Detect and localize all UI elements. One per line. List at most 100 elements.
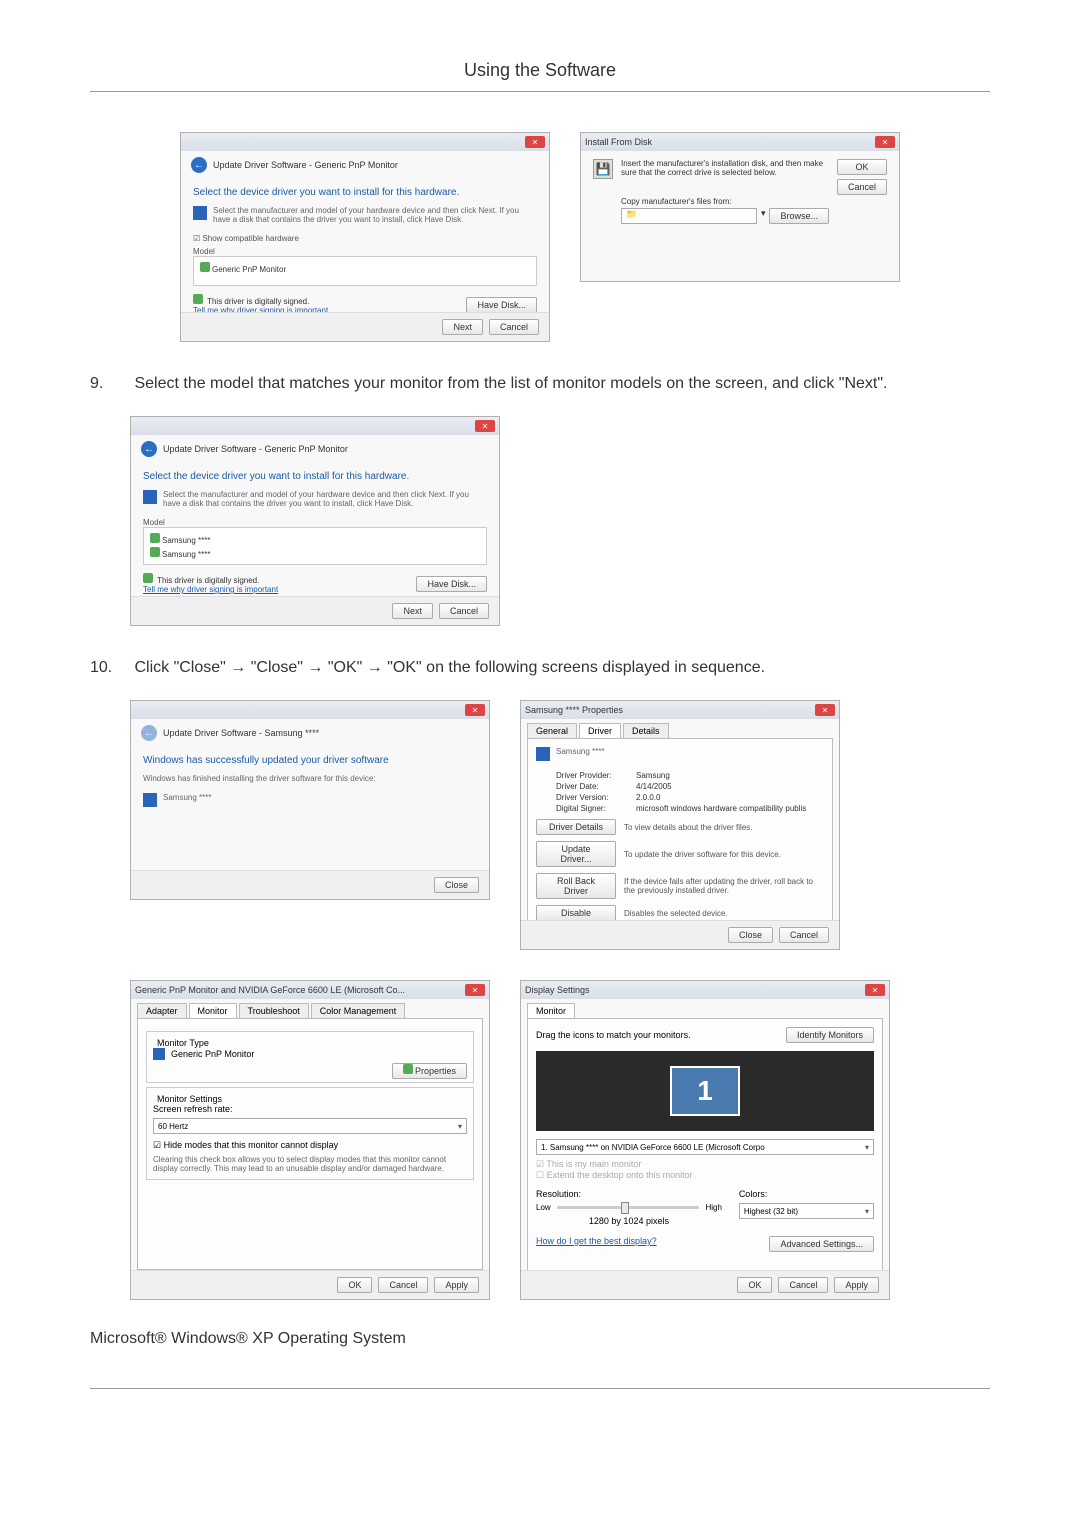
close-button[interactable]: Close: [434, 877, 479, 893]
dialog-desc: Windows has finished installing the driv…: [143, 774, 477, 783]
model-item-1[interactable]: Samsung ****: [162, 536, 210, 545]
colors-dropdown[interactable]: Highest (32 bit) ▾: [739, 1203, 874, 1219]
monitor-icon: [153, 1048, 165, 1060]
properties-button[interactable]: Properties: [392, 1063, 467, 1079]
tab-adapter[interactable]: Adapter: [137, 1003, 187, 1018]
close-icon[interactable]: ✕: [465, 704, 485, 716]
ok-button[interactable]: OK: [737, 1277, 772, 1293]
driver-details-desc: To view details about the driver files.: [624, 823, 824, 832]
monitor-properties-dialog: Generic PnP Monitor and NVIDIA GeForce 6…: [130, 980, 490, 1300]
back-icon[interactable]: ←: [141, 441, 157, 457]
cancel-button[interactable]: Cancel: [378, 1277, 428, 1293]
compat-checkbox-label[interactable]: Show compatible hardware: [202, 234, 299, 243]
close-icon[interactable]: ✕: [815, 704, 835, 716]
tab-color[interactable]: Color Management: [311, 1003, 406, 1018]
next-button[interactable]: Next: [442, 319, 483, 335]
hide-modes-checkbox[interactable]: Hide modes that this monitor cannot disp…: [164, 1140, 339, 1150]
cancel-button[interactable]: Cancel: [439, 603, 489, 619]
cancel-button[interactable]: Cancel: [778, 1277, 828, 1293]
ok-button[interactable]: OK: [337, 1277, 372, 1293]
tab-general[interactable]: General: [527, 723, 577, 738]
tab-troubleshoot[interactable]: Troubleshoot: [239, 1003, 309, 1018]
model-item[interactable]: Generic PnP Monitor: [212, 265, 286, 274]
close-icon[interactable]: ✕: [475, 420, 495, 432]
slider-high: High: [705, 1203, 721, 1212]
apply-button[interactable]: Apply: [834, 1277, 879, 1293]
hide-modes-desc: Clearing this check box allows you to se…: [153, 1155, 467, 1173]
chevron-down-icon: ▾: [458, 1122, 462, 1131]
model-label: Model: [143, 518, 487, 527]
dialog-title: Display Settings: [525, 985, 590, 995]
resolution-slider[interactable]: [557, 1206, 700, 1209]
chevron-down-icon: ▾: [865, 1207, 869, 1216]
refresh-dropdown[interactable]: 60 Hertz ▾: [153, 1118, 467, 1134]
model-list[interactable]: Samsung **** Samsung ****: [143, 527, 487, 565]
back-icon: ←: [141, 725, 157, 741]
display-settings-dialog: Display Settings ✕ Monitor Drag the icon…: [520, 980, 890, 1300]
titlebar: ✕: [181, 133, 549, 151]
model-item-2[interactable]: Samsung ****: [162, 550, 210, 559]
rollback-desc: If the device fails after updating the d…: [624, 877, 824, 895]
footer-os-text: Microsoft® Windows® XP Operating System: [90, 1330, 990, 1348]
tab-monitor[interactable]: Monitor: [527, 1003, 575, 1018]
signed-text: This driver is digitally signed.: [207, 297, 309, 306]
path-input[interactable]: 📁: [621, 208, 757, 224]
update-success-dialog: ✕ ← Update Driver Software - Samsung ***…: [130, 700, 490, 900]
shield-icon: [403, 1064, 413, 1074]
device-icon: [143, 490, 157, 504]
monitor-arrangement[interactable]: 1: [536, 1051, 874, 1131]
ok-button[interactable]: OK: [837, 159, 887, 175]
device-icon: [536, 747, 550, 761]
disable-button[interactable]: Disable: [536, 905, 616, 921]
breadcrumb-text: Update Driver Software - Generic PnP Mon…: [213, 160, 398, 170]
resolution-value: 1280 by 1024 pixels: [536, 1216, 722, 1226]
colors-label: Colors:: [739, 1189, 874, 1199]
have-disk-button[interactable]: Have Disk...: [466, 297, 537, 313]
dialog-title: Samsung **** Properties: [525, 705, 623, 715]
next-button[interactable]: Next: [392, 603, 433, 619]
provider-label: Driver Provider:: [556, 771, 636, 780]
display-select-value: 1. Samsung **** on NVIDIA GeForce 6600 L…: [541, 1143, 765, 1152]
display-select[interactable]: 1. Samsung **** on NVIDIA GeForce 6600 L…: [536, 1139, 874, 1155]
signing-link[interactable]: Tell me why driver signing is important: [143, 585, 278, 594]
step-number: 10.: [90, 656, 130, 680]
identify-button[interactable]: Identify Monitors: [786, 1027, 874, 1043]
titlebar: Samsung **** Properties ✕: [521, 701, 839, 719]
tab-driver[interactable]: Driver: [579, 723, 621, 738]
titlebar: ✕: [131, 417, 499, 435]
cancel-button[interactable]: Cancel: [489, 319, 539, 335]
breadcrumb-text: Update Driver Software - Generic PnP Mon…: [163, 444, 348, 454]
version-label: Driver Version:: [556, 793, 636, 802]
extend-checkbox: Extend the desktop onto this monitor: [547, 1170, 693, 1180]
tab-details[interactable]: Details: [623, 723, 669, 738]
device-properties-dialog: Samsung **** Properties ✕ General Driver…: [520, 700, 840, 950]
monitor-settings-label: Monitor Settings: [153, 1094, 226, 1104]
advanced-button[interactable]: Advanced Settings...: [769, 1236, 874, 1252]
monitor-1-icon[interactable]: 1: [670, 1066, 740, 1116]
close-icon[interactable]: ✕: [465, 984, 485, 996]
dialog-heading: Select the device driver you want to ins…: [193, 187, 537, 198]
cancel-button[interactable]: Cancel: [779, 927, 829, 943]
apply-button[interactable]: Apply: [434, 1277, 479, 1293]
divider: [90, 1388, 990, 1389]
model-list[interactable]: Generic PnP Monitor: [193, 256, 537, 286]
step-number: 9.: [90, 372, 130, 396]
step-9-text: Select the model that matches your monit…: [134, 375, 887, 392]
update-driver-button[interactable]: Update Driver...: [536, 841, 616, 867]
driver-details-button[interactable]: Driver Details: [536, 819, 616, 835]
browse-button[interactable]: Browse...: [769, 208, 829, 224]
signer-label: Digital Signer:: [556, 804, 636, 813]
rollback-button[interactable]: Roll Back Driver: [536, 873, 616, 899]
close-icon[interactable]: ✕: [525, 136, 545, 148]
close-icon[interactable]: ✕: [865, 984, 885, 996]
dialog-title: Install From Disk: [585, 137, 652, 147]
best-display-link[interactable]: How do I get the best display?: [536, 1236, 657, 1252]
update-driver-dialog-2: ✕ ← Update Driver Software - Generic PnP…: [130, 416, 500, 626]
close-button[interactable]: Close: [728, 927, 773, 943]
tab-monitor[interactable]: Monitor: [189, 1003, 237, 1018]
cancel-button[interactable]: Cancel: [837, 179, 887, 195]
back-icon[interactable]: ←: [191, 157, 207, 173]
close-icon[interactable]: ✕: [875, 136, 895, 148]
have-disk-button[interactable]: Have Disk...: [416, 576, 487, 592]
shield-icon: [150, 533, 160, 543]
